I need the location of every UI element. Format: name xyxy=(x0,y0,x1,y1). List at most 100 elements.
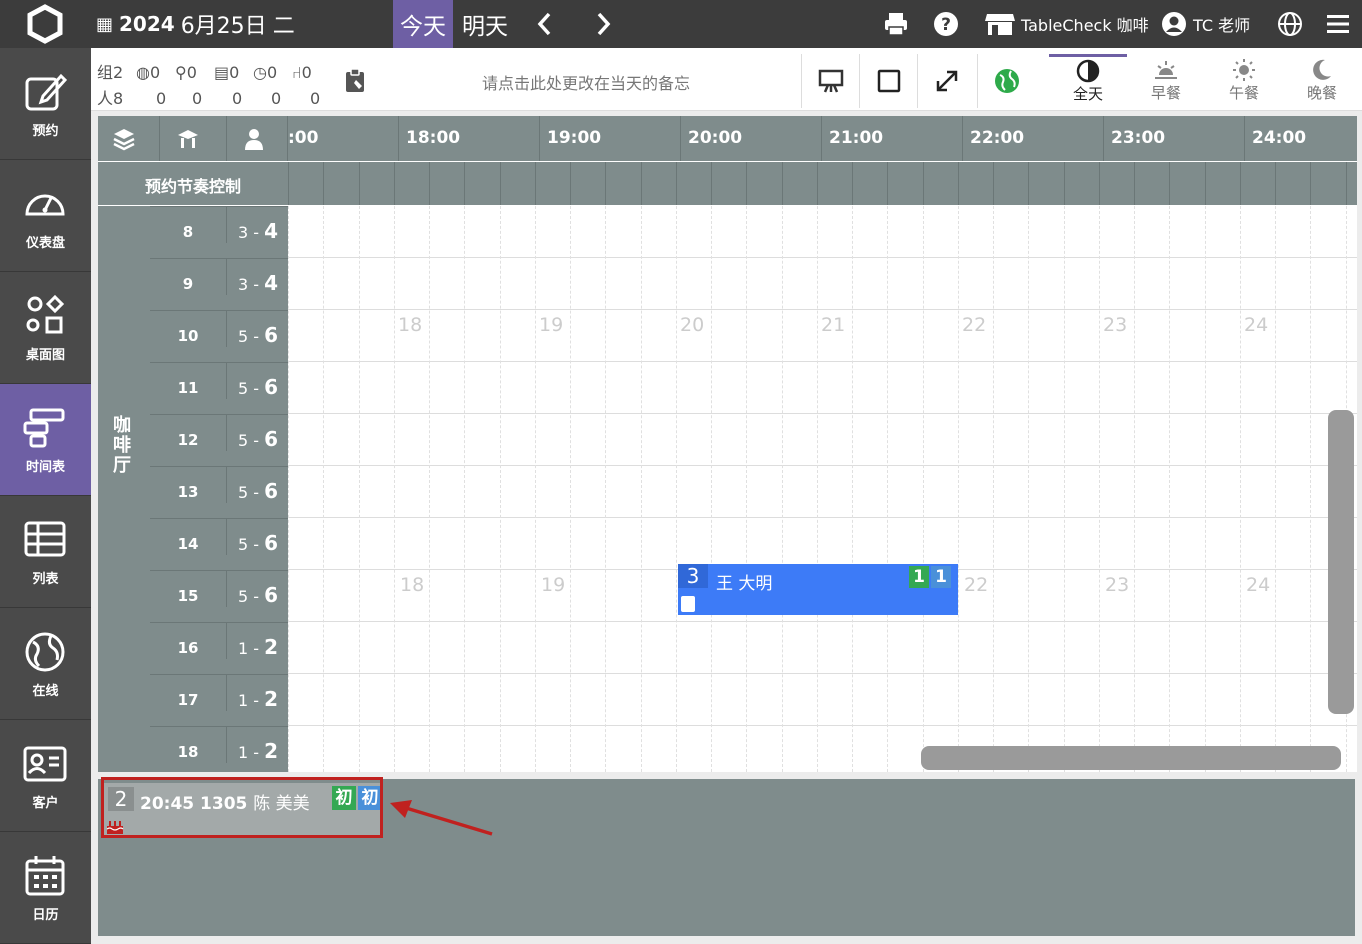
online-toggle-button[interactable] xyxy=(977,54,1048,108)
table-capacity: 1 - 2 xyxy=(238,739,279,763)
fullscreen-button[interactable] xyxy=(917,54,975,108)
memo-clipboard-icon[interactable] xyxy=(344,68,366,94)
quarter-line xyxy=(746,206,747,772)
globe-icon: ◍ xyxy=(136,63,150,82)
table-row-header[interactable]: 17 1 - 2 xyxy=(150,674,288,726)
sidebar-item-online[interactable]: 在线 xyxy=(0,608,91,720)
pace-cell[interactable] xyxy=(535,162,571,205)
pace-cell[interactable] xyxy=(1205,162,1241,205)
menu-icon[interactable] xyxy=(1325,10,1351,38)
vertical-scrollbar[interactable] xyxy=(1328,410,1354,714)
table-row-header[interactable]: 9 3 - 4 xyxy=(150,258,288,310)
quarter-line xyxy=(1169,206,1170,772)
pace-cell[interactable] xyxy=(1064,162,1100,205)
tab-dinner[interactable]: 晚餐 xyxy=(1283,56,1361,110)
pace-cell[interactable] xyxy=(323,162,359,205)
pace-cell[interactable] xyxy=(500,162,536,205)
sidebar-item-floor-plan[interactable]: 桌面图 xyxy=(0,272,91,384)
pace-cell[interactable] xyxy=(605,162,641,205)
store-icon[interactable] xyxy=(984,10,1016,38)
chevron-left-icon[interactable] xyxy=(530,8,560,40)
pace-cell[interactable] xyxy=(852,162,888,205)
id-card-icon xyxy=(23,746,67,782)
toggle-square-button[interactable] xyxy=(859,54,917,108)
pace-cell[interactable] xyxy=(464,162,500,205)
chevron-right-icon[interactable] xyxy=(588,8,618,40)
moon-icon xyxy=(1313,59,1331,80)
table-capacity: 5 - 6 xyxy=(238,427,279,451)
table-row-header[interactable]: 15 5 - 6 xyxy=(150,570,288,622)
table-row-header[interactable]: 10 5 - 6 xyxy=(150,310,288,362)
pace-cell[interactable] xyxy=(782,162,818,205)
table-row-header[interactable]: 11 5 - 6 xyxy=(150,362,288,414)
capacity-sort-button[interactable] xyxy=(228,116,288,161)
pace-cell[interactable] xyxy=(1310,162,1346,205)
pace-cell[interactable] xyxy=(1275,162,1311,205)
language-globe-icon[interactable] xyxy=(1277,10,1303,38)
tab-lunch[interactable]: 午餐 xyxy=(1205,56,1283,110)
pace-cell[interactable] xyxy=(923,162,959,205)
timeline-icon xyxy=(23,408,65,448)
sidebar-item-timetable[interactable]: 时间表 xyxy=(0,384,91,496)
print-icon[interactable] xyxy=(882,10,910,38)
quarter-line xyxy=(359,206,360,772)
pace-cell[interactable] xyxy=(887,162,923,205)
pace-cell[interactable] xyxy=(1028,162,1064,205)
pace-cell[interactable] xyxy=(429,162,465,205)
pace-cell[interactable] xyxy=(570,162,606,205)
shop-name[interactable]: TableCheck 咖啡 xyxy=(1021,12,1149,36)
counts-row-groups: 组2 ◍0 ⚲0 ▤0 ◷0 ⑁0 xyxy=(97,60,331,86)
presentation-button[interactable] xyxy=(801,54,859,108)
quarter-line xyxy=(464,206,465,772)
layers-button[interactable] xyxy=(98,116,158,161)
table-row-header[interactable]: 8 3 - 4 xyxy=(150,206,288,258)
pace-cell[interactable] xyxy=(676,162,712,205)
today-button[interactable]: 今天 xyxy=(393,0,453,48)
pace-cell[interactable] xyxy=(288,162,324,205)
reservation-block[interactable]: 3 王 大明 1 1 xyxy=(678,564,958,615)
pace-cell[interactable] xyxy=(958,162,994,205)
booking-pace-row[interactable]: 预约节奏控制 xyxy=(98,162,1357,205)
shapes-icon xyxy=(26,294,65,334)
date-selector[interactable]: ▦ 2024 6月25日 二 xyxy=(96,8,295,40)
table-sort-button[interactable] xyxy=(162,116,222,161)
sidebar-item-reservation[interactable]: 预约 xyxy=(0,48,91,160)
table-row-header[interactable]: 12 5 - 6 xyxy=(150,414,288,466)
sidebar-item-calendar[interactable]: 日历 xyxy=(0,832,91,944)
pace-cell[interactable] xyxy=(359,162,395,205)
ghost-hour-label: 19 xyxy=(541,574,566,596)
pace-cell[interactable] xyxy=(993,162,1029,205)
pace-cell[interactable] xyxy=(1099,162,1135,205)
tab-all-day[interactable]: 全天 xyxy=(1049,54,1127,111)
tablecheck-logo-icon[interactable] xyxy=(22,4,68,44)
daily-counts: 组2 ◍0 ⚲0 ▤0 ◷0 ⑁0 人8 0 0 0 0 0 xyxy=(97,60,331,112)
horizontal-scrollbar[interactable] xyxy=(921,746,1341,770)
quarter-line xyxy=(923,206,924,772)
pace-cell[interactable] xyxy=(746,162,782,205)
pace-cell[interactable] xyxy=(817,162,853,205)
chair-icon: ⑁ xyxy=(292,63,302,82)
pace-cell[interactable] xyxy=(641,162,677,205)
sidebar-item-customers[interactable]: 客户 xyxy=(0,720,91,832)
pace-cell[interactable] xyxy=(1346,162,1357,205)
table-row-header[interactable]: 18 1 - 2 xyxy=(150,726,288,772)
ghost-hour-label: 21 xyxy=(821,314,846,336)
tab-label: 全天 xyxy=(1072,85,1103,103)
pace-cell[interactable] xyxy=(1240,162,1276,205)
help-icon[interactable]: ? xyxy=(932,10,960,38)
user-icon[interactable] xyxy=(1161,10,1187,38)
pace-cell[interactable] xyxy=(1169,162,1205,205)
tab-breakfast[interactable]: 早餐 xyxy=(1127,56,1205,110)
sidebar-item-list[interactable]: 列表 xyxy=(0,496,91,608)
table-row-header[interactable]: 16 1 - 2 xyxy=(150,622,288,674)
time-label: 20:00 xyxy=(688,128,743,148)
pace-cell[interactable] xyxy=(394,162,430,205)
tomorrow-button[interactable]: 明天 xyxy=(455,0,515,48)
table-row-header[interactable]: 13 5 - 6 xyxy=(150,466,288,518)
user-name[interactable]: TC 老师 xyxy=(1193,12,1250,36)
table-row-header[interactable]: 14 5 - 6 xyxy=(150,518,288,570)
pace-cell[interactable] xyxy=(711,162,747,205)
sidebar-item-dashboard[interactable]: 仪表盘 xyxy=(0,160,91,272)
pace-cell[interactable] xyxy=(1134,162,1170,205)
memo-field[interactable]: 请点击此处更改在当天的备忘 xyxy=(381,70,791,94)
